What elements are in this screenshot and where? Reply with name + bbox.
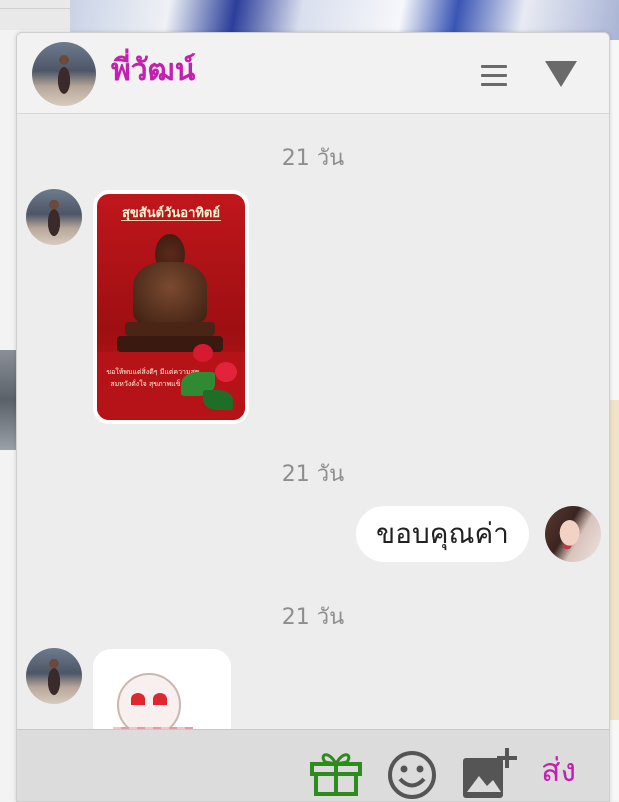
triangle-down-icon[interactable]: [545, 61, 577, 87]
background-photo-thumbnail: [0, 350, 17, 450]
sticker-character: [117, 673, 181, 729]
chat-footer: ส่ง: [17, 729, 609, 801]
send-button[interactable]: ส่ง: [541, 750, 576, 790]
contact-name[interactable]: พี่วัฒน์: [111, 51, 195, 91]
sent-message-bubble[interactable]: ขอบคุณค่า: [356, 506, 529, 562]
sticker-message[interactable]: [93, 649, 231, 729]
my-avatar[interactable]: [545, 506, 601, 562]
date-separator: 21 วัน: [281, 462, 345, 487]
message-list[interactable]: 21 วัน สุขสันต์วันอาทิตย์ ขอให้พบแต่สิ่ง…: [17, 114, 609, 729]
image-message[interactable]: สุขสันต์วันอาทิตย์ ขอให้พบแต่สิ่งดีๆ มีแ…: [93, 190, 249, 424]
chat-window: พี่วัฒน์ 21 วัน สุขสันต์วันอาทิตย์ ขอให้…: [16, 32, 610, 802]
gift-icon[interactable]: [309, 748, 363, 796]
heart-icon: [131, 693, 145, 705]
heart-icon: [153, 693, 167, 705]
date-separator: 21 วัน: [281, 146, 345, 171]
date-separator: 21 วัน: [281, 605, 345, 630]
contact-message-avatar[interactable]: [26, 648, 82, 704]
hamburger-menu-icon[interactable]: [481, 65, 507, 89]
buddha-statue: [133, 262, 207, 324]
add-photo-icon[interactable]: [461, 746, 517, 800]
background-divider: [0, 8, 70, 9]
background-right-image: [609, 400, 619, 720]
rose-icon: [193, 344, 213, 362]
contact-avatar[interactable]: [32, 42, 96, 106]
emoji-icon[interactable]: [387, 750, 437, 800]
chat-header[interactable]: พี่วัฒน์: [17, 33, 609, 114]
contact-message-avatar[interactable]: [26, 189, 82, 245]
greeting-image: สุขสันต์วันอาทิตย์ ขอให้พบแต่สิ่งดีๆ มีแ…: [97, 194, 245, 420]
